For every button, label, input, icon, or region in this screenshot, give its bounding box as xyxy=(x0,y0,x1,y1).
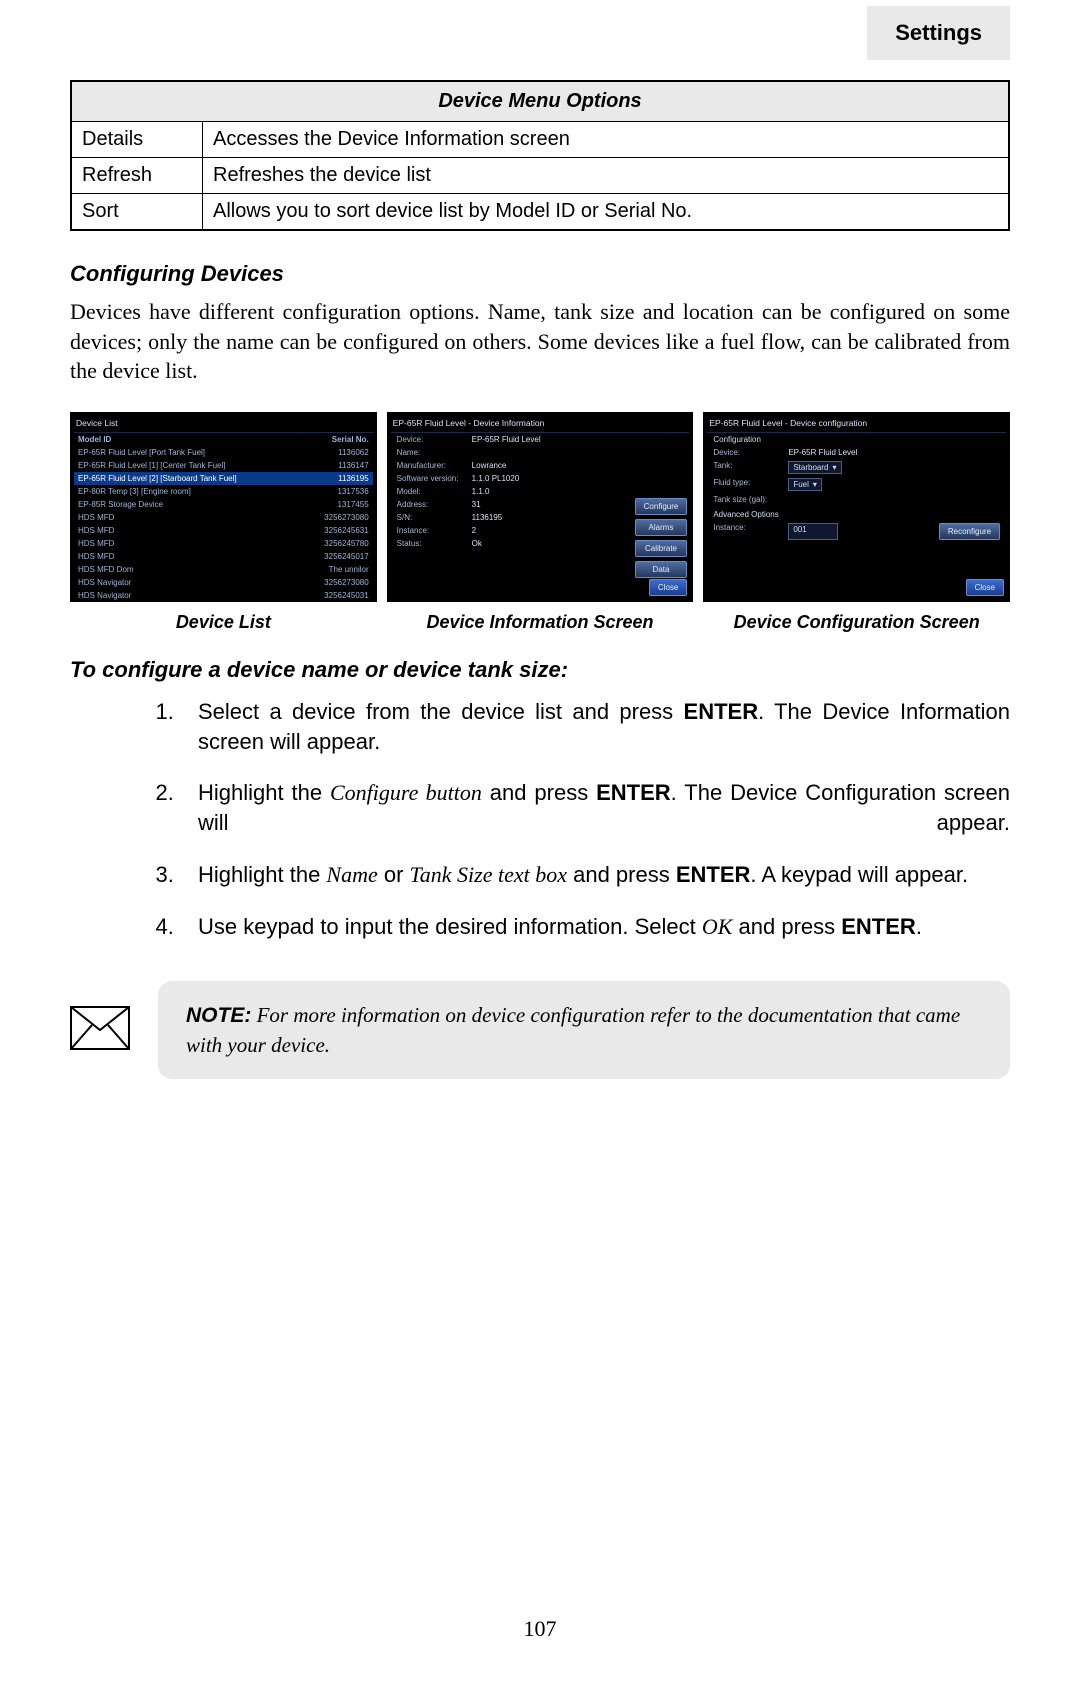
advanced-options: Advanced Options xyxy=(707,506,1006,521)
calibrate-button[interactable]: Calibrate xyxy=(635,540,688,557)
alarms-button[interactable]: Alarms xyxy=(635,519,688,536)
config-field: Device:EP-65R Fluid Level xyxy=(707,446,1006,459)
step-item: Select a device from the device list and… xyxy=(180,697,1010,756)
row-desc: Accesses the Device Information screen xyxy=(203,122,1010,158)
device-list-title: Device List xyxy=(74,416,373,433)
config-section: Configuration xyxy=(707,433,1006,446)
step-item: Highlight the Configure button and press… xyxy=(180,778,1010,837)
table-row: Sort Allows you to sort device list by M… xyxy=(71,194,1009,231)
col-model-id: Model ID xyxy=(78,435,111,444)
list-item[interactable]: EP-65R Fluid Level [Port Tank Fuel]11360… xyxy=(74,446,373,459)
note-label: NOTE: xyxy=(186,1004,251,1027)
list-item[interactable]: HDS MFD3256245631 xyxy=(74,524,373,537)
close-button[interactable]: Close xyxy=(966,579,1004,596)
info-field: Name: xyxy=(391,446,690,459)
config-field: Tank size (gal): xyxy=(707,493,1006,506)
list-item[interactable]: HDS Navigator3256245031 xyxy=(74,589,373,602)
list-item[interactable]: HDS MFD DomThe unnilor xyxy=(74,563,373,576)
page-header-title: Settings xyxy=(895,20,982,45)
list-item[interactable]: EP-80R Temp [3] [Engine room]1317536 xyxy=(74,485,373,498)
section-configuring-title: Configuring Devices xyxy=(70,261,1010,287)
page-number: 107 xyxy=(0,1616,1080,1642)
steps-title: To configure a device name or device tan… xyxy=(70,657,1010,683)
dropdown[interactable]: Starboard▾ xyxy=(788,461,841,474)
screenshot-device-list: Device List Model ID Serial No. EP-65R F… xyxy=(70,412,377,602)
row-desc: Allows you to sort device list by Model … xyxy=(203,194,1010,231)
chevron-down-icon: ▾ xyxy=(813,480,817,489)
list-item[interactable]: EP-65R Fluid Level [1] [Center Tank Fuel… xyxy=(74,459,373,472)
info-field: Model:1.1.0 xyxy=(391,485,690,498)
screenshot-device-config: EP-65R Fluid Level - Device configuratio… xyxy=(703,412,1010,602)
list-item[interactable]: HDS MFD3256273080 xyxy=(74,511,373,524)
table-caption: Device Menu Options xyxy=(71,81,1009,122)
reconfigure-button[interactable]: Reconfigure xyxy=(939,523,1000,540)
steps-list: Select a device from the device list and… xyxy=(70,697,1010,941)
section-configuring-body: Devices have different configuration opt… xyxy=(70,297,1010,386)
info-field: Software version:1.1.0 PL1020 xyxy=(391,472,690,485)
config-field: Tank:Starboard▾ xyxy=(707,459,1006,476)
list-item[interactable]: HDS MFD3256245017 xyxy=(74,550,373,563)
row-desc: Refreshes the device list xyxy=(203,158,1010,194)
page-header-tab: Settings xyxy=(867,6,1010,60)
screenshot-device-info: EP-65R Fluid Level - Device Information … xyxy=(387,412,694,602)
dropdown[interactable]: Fuel▾ xyxy=(788,478,822,491)
instance-label: Instance: xyxy=(713,523,788,540)
device-config-title: EP-65R Fluid Level - Device configuratio… xyxy=(707,416,1006,433)
table-row: Details Accesses the Device Information … xyxy=(71,122,1009,158)
note-row: NOTE: For more information on device con… xyxy=(70,981,1010,1079)
caption-device-list: Device List xyxy=(70,612,377,633)
device-info-title: EP-65R Fluid Level - Device Information xyxy=(391,416,690,433)
step-item: Highlight the Name or Tank Size text box… xyxy=(180,860,1010,890)
chevron-down-icon: ▾ xyxy=(832,463,836,472)
info-field: Manufacturer:Lowrance xyxy=(391,459,690,472)
data-button[interactable]: Data xyxy=(635,561,688,578)
caption-device-info: Device Information Screen xyxy=(387,612,694,633)
row-name: Details xyxy=(71,122,203,158)
config-field: Fluid type:Fuel▾ xyxy=(707,476,1006,493)
close-button[interactable]: Close xyxy=(649,579,687,596)
configure-button[interactable]: Configure xyxy=(635,498,688,515)
row-name: Sort xyxy=(71,194,203,231)
device-menu-options-table: Device Menu Options Details Accesses the… xyxy=(70,80,1010,231)
envelope-icon xyxy=(70,1006,130,1055)
instance-input[interactable]: 001 xyxy=(788,523,838,540)
list-item[interactable]: EP-85R Storage Device1317455 xyxy=(74,498,373,511)
row-name: Refresh xyxy=(71,158,203,194)
list-item[interactable]: HDS Navigator3256273080 xyxy=(74,576,373,589)
col-serial-no: Serial No. xyxy=(332,435,369,444)
list-item[interactable]: EP-65R Fluid Level [2] [Starboard Tank F… xyxy=(74,472,373,485)
step-item: Use keypad to input the desired informat… xyxy=(180,912,1010,942)
table-row: Refresh Refreshes the device list xyxy=(71,158,1009,194)
list-item[interactable]: HDS MFD3256245780 xyxy=(74,537,373,550)
screenshot-row: Device List Model ID Serial No. EP-65R F… xyxy=(70,412,1010,633)
note-box: NOTE: For more information on device con… xyxy=(158,981,1010,1079)
info-field: Device:EP-65R Fluid Level xyxy=(391,433,690,446)
caption-device-config: Device Configuration Screen xyxy=(703,612,1010,633)
note-text: For more information on device configura… xyxy=(186,1003,960,1056)
